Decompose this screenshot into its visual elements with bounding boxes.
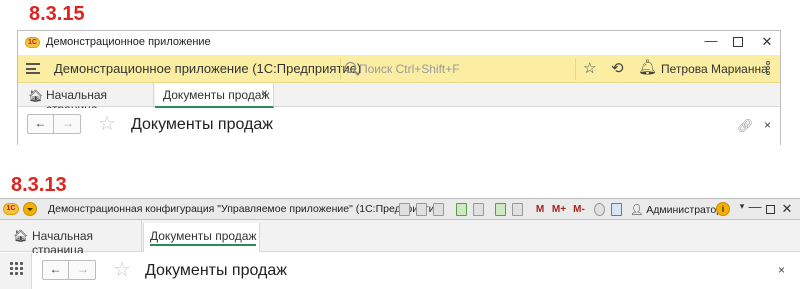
- tab-sales-documents[interactable]: Документы продаж: [143, 223, 260, 252]
- preview-icon[interactable]: [433, 203, 444, 216]
- history-icon[interactable]: ⟲: [611, 61, 624, 77]
- main-toolbar: Демонстрационное приложение (1С:Предприя…: [18, 55, 780, 83]
- window-title: Демонстрационное приложение: [46, 36, 211, 48]
- version-label-8-3-15: 8.3.15: [29, 3, 85, 25]
- menu-icon[interactable]: [26, 63, 40, 74]
- home-icon: 🏠︎: [13, 229, 29, 243]
- tab-bar: 🏠︎ Начальная страница Документы продаж ×: [18, 83, 780, 116]
- calendar-icon[interactable]: [512, 203, 523, 216]
- active-tab-underline: [150, 244, 256, 246]
- print-icon[interactable]: [416, 203, 427, 216]
- link-icon[interactable]: 🔗︎: [737, 118, 754, 134]
- app-logo-icon: 1С: [3, 203, 19, 215]
- minimize-button[interactable]: —: [698, 33, 724, 48]
- close-window-button[interactable]: ✕: [754, 34, 780, 50]
- title-bar: 1С Демонстрационное приложение — ✕: [18, 31, 780, 55]
- memory-plus-button[interactable]: M+: [550, 203, 568, 216]
- app-logo-icon: 1С: [25, 37, 40, 48]
- close-form-button[interactable]: ×: [778, 263, 785, 277]
- tab-home[interactable]: 🏠︎ Начальная страница: [18, 83, 154, 116]
- home-icon: 🏠︎: [28, 89, 44, 103]
- favorite-star-icon[interactable]: ☆: [98, 114, 116, 134]
- form-header: ← → ☆ Документы продаж ×: [33, 253, 800, 289]
- more-options-icon[interactable]: [766, 61, 770, 77]
- window-8-3-13: 1С Демонстрационная конфигурация "Управл…: [0, 198, 800, 289]
- apps-grid-icon[interactable]: [10, 262, 24, 276]
- window-8-3-15: 1С Демонстрационное приложение — ✕ Демон…: [17, 30, 781, 146]
- form-header: ← → ☆ Документы продаж 🔗︎ ×: [18, 108, 780, 146]
- maximize-button[interactable]: [725, 35, 751, 50]
- tab-doc-label: Документы продаж: [163, 88, 270, 102]
- user-icon: 👤︎: [630, 204, 644, 216]
- navigation-buttons: ← →: [42, 260, 96, 280]
- version-label-8-3-13: 8.3.13: [11, 174, 67, 196]
- back-button[interactable]: ←: [43, 261, 69, 279]
- close-form-button[interactable]: ×: [764, 118, 771, 132]
- memory-button[interactable]: M: [535, 203, 545, 216]
- forward-button[interactable]: →: [55, 115, 81, 133]
- user-name[interactable]: 👤︎ Администратор: [630, 203, 722, 216]
- save-icon[interactable]: [399, 203, 410, 216]
- navigation-buttons: ← →: [27, 114, 81, 134]
- tab-home[interactable]: 🏠︎ Начальная страница: [0, 220, 142, 257]
- info-icon[interactable]: i: [716, 202, 730, 216]
- user-name[interactable]: Петрова Марианна: [661, 62, 768, 76]
- calculator-icon[interactable]: [495, 203, 506, 216]
- title-bar: 1С Демонстрационная конфигурация "Управл…: [0, 198, 800, 220]
- app-title: Демонстрационное приложение (1С:Предприя…: [54, 61, 362, 76]
- zoom-in-icon[interactable]: [594, 203, 605, 216]
- form-title: Документы продаж: [131, 116, 273, 133]
- close-window-button[interactable]: ✕: [774, 201, 800, 217]
- panels-icon[interactable]: [611, 203, 622, 216]
- link-icon[interactable]: [473, 203, 484, 216]
- tab-doc-label: Документы продаж: [150, 229, 257, 243]
- user-label: Администратор: [646, 204, 723, 216]
- form-title: Документы продаж: [145, 262, 287, 279]
- favorites-star-icon[interactable]: ☆: [583, 61, 596, 77]
- search-input[interactable]: [359, 61, 569, 77]
- search-icon: [345, 62, 356, 73]
- memory-minus-button[interactable]: M-: [571, 203, 587, 216]
- search-box[interactable]: [340, 58, 576, 80]
- bell-icon[interactable]: 🔔︎: [638, 60, 657, 76]
- window-title: Демонстрационная конфигурация "Управляем…: [48, 203, 444, 215]
- sections-panel: [0, 253, 32, 289]
- tab-bar: 🏠︎ Начальная страница Документы продаж: [0, 220, 800, 257]
- main-menu-button[interactable]: [23, 202, 37, 216]
- favorite-star-icon[interactable]: ☆: [113, 260, 131, 280]
- upload-icon[interactable]: [456, 203, 467, 216]
- tab-close-icon[interactable]: ×: [261, 86, 268, 100]
- forward-button[interactable]: →: [70, 261, 96, 279]
- back-button[interactable]: ←: [28, 115, 54, 133]
- tab-sales-documents[interactable]: Документы продаж ×: [155, 83, 274, 108]
